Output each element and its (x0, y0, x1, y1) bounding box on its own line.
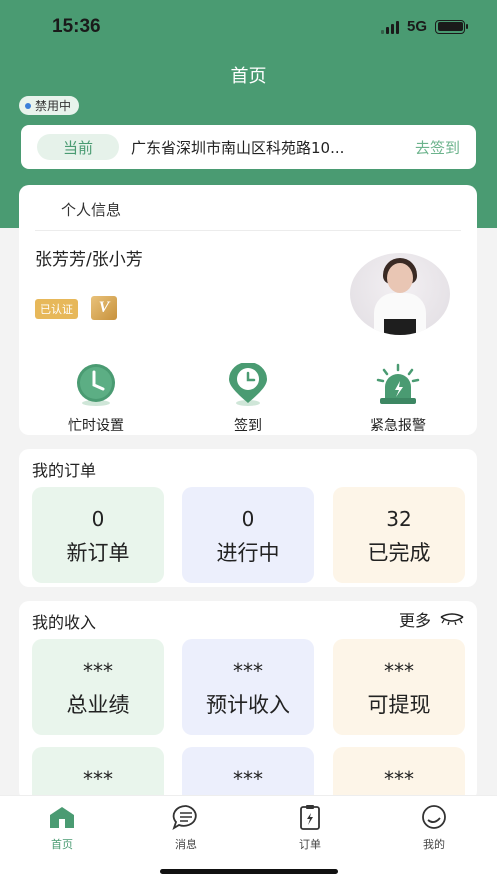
profile-section-title: 个人信息 (61, 201, 122, 219)
new-orders-tile[interactable]: 0 新订单 (32, 487, 164, 583)
message-icon (172, 805, 197, 831)
orders-card: 我的订单 0 新订单 0 进行中 32 已完成 (19, 449, 477, 587)
verified-badge: 已认证 (35, 299, 78, 319)
order-icon (300, 805, 320, 830)
tile-value: 32 (386, 507, 412, 531)
emergency-alarm-button[interactable]: 紧急报警 (353, 363, 443, 435)
tile-value: *** (384, 767, 414, 791)
network-type: 5G (406, 18, 427, 35)
income-title: 我的收入 (32, 613, 97, 632)
tab-label: 首页 (51, 838, 73, 851)
eye-closed-icon[interactable] (439, 613, 465, 625)
avatar[interactable] (350, 253, 450, 335)
tile-label: 已完成 (367, 541, 431, 565)
income-tile[interactable]: *** (182, 747, 314, 801)
location-card: 当前 广东省深圳市南山区科苑路10... 去签到 (21, 125, 476, 169)
clock-icon (77, 364, 115, 406)
home-indicator (160, 869, 338, 874)
status-badge-label: 禁用中 (35, 99, 72, 113)
signal-icon (380, 20, 399, 34)
busy-settings-button[interactable]: 忙时设置 (51, 363, 141, 435)
tab-messages[interactable]: 消息 (151, 804, 221, 852)
tab-label: 消息 (175, 838, 197, 851)
tile-value: 0 (241, 507, 255, 531)
tile-value: 0 (91, 507, 105, 531)
tab-orders[interactable]: 订单 (275, 804, 345, 852)
divider (35, 230, 461, 231)
orders-title: 我的订单 (32, 461, 97, 480)
tab-home[interactable]: 首页 (27, 804, 97, 852)
profile-icon (422, 805, 446, 829)
tile-label: 新订单 (66, 541, 130, 565)
tile-label: 可提现 (367, 693, 431, 717)
user-name: 张芳芳/张小芳 (35, 250, 143, 270)
expected-income-tile[interactable]: *** 预计收入 (182, 639, 314, 735)
home-icon (50, 807, 74, 828)
status-badge: 禁用中 (19, 96, 80, 115)
alarm-icon (376, 363, 420, 404)
income-tile[interactable]: *** (333, 747, 465, 801)
tile-value: *** (233, 659, 263, 683)
tile-label: 进行中 (216, 541, 280, 565)
checkin-link[interactable]: 去签到 (415, 137, 460, 158)
page-title: 首页 (230, 66, 267, 87)
more-link[interactable]: 更多 (399, 607, 465, 631)
status-dot-icon (25, 102, 31, 109)
action-label: 签到 (234, 418, 262, 434)
tile-value: *** (83, 659, 113, 683)
status-bar: 15:36 5G (0, 0, 497, 54)
current-location-pill: 当前 (37, 134, 119, 160)
vip-icon: V (91, 296, 117, 320)
withdrawable-tile[interactable]: *** 可提现 (333, 639, 465, 735)
profile-card: 个人信息 张芳芳/张小芳 已认证 V 忙时设置 签到 紧急报警 (19, 185, 477, 435)
tile-value: *** (233, 767, 263, 791)
tab-label: 订单 (299, 838, 321, 851)
in-progress-orders-tile[interactable]: 0 进行中 (182, 487, 314, 583)
checkin-button[interactable]: 签到 (203, 362, 293, 435)
status-indicators: 5G (380, 18, 468, 35)
tile-label: 总业绩 (66, 693, 130, 717)
status-time: 15:36 (52, 16, 101, 37)
tab-profile[interactable]: 我的 (399, 804, 469, 852)
action-label: 忙时设置 (68, 418, 124, 434)
total-performance-tile[interactable]: *** 总业绩 (32, 639, 164, 735)
location-clock-icon (229, 362, 267, 406)
more-label: 更多 (398, 611, 431, 630)
tile-value: *** (384, 659, 414, 683)
location-address: 广东省深圳市南山区科苑路10... (131, 138, 345, 157)
tile-label: 预计收入 (206, 693, 290, 717)
tile-value: *** (83, 767, 113, 791)
income-tile[interactable]: *** (32, 747, 164, 801)
income-card: 我的收入 更多 *** 总业绩 *** 预计收入 *** 可提现 *** ***… (19, 601, 477, 801)
completed-orders-tile[interactable]: 32 已完成 (333, 487, 465, 583)
tab-label: 我的 (423, 838, 445, 851)
action-label: 紧急报警 (370, 418, 426, 434)
battery-icon (435, 19, 468, 34)
